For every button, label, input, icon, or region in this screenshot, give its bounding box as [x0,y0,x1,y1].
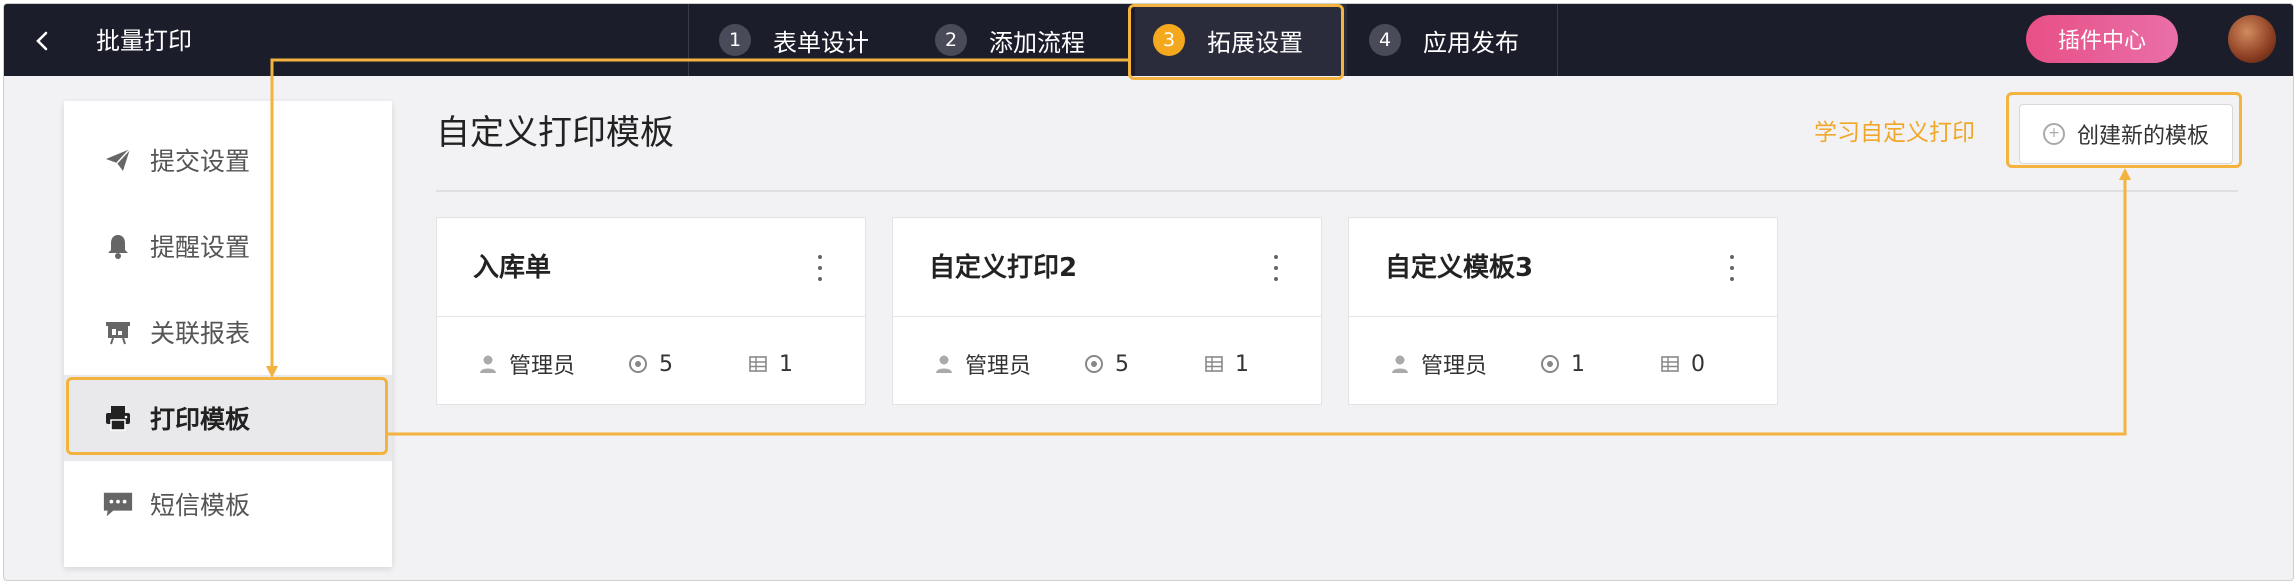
arrow-sidebar-to-create [388,168,2131,436]
annotation-arrows [266,58,2131,436]
arrow-step-to-sidebar [266,58,1128,378]
